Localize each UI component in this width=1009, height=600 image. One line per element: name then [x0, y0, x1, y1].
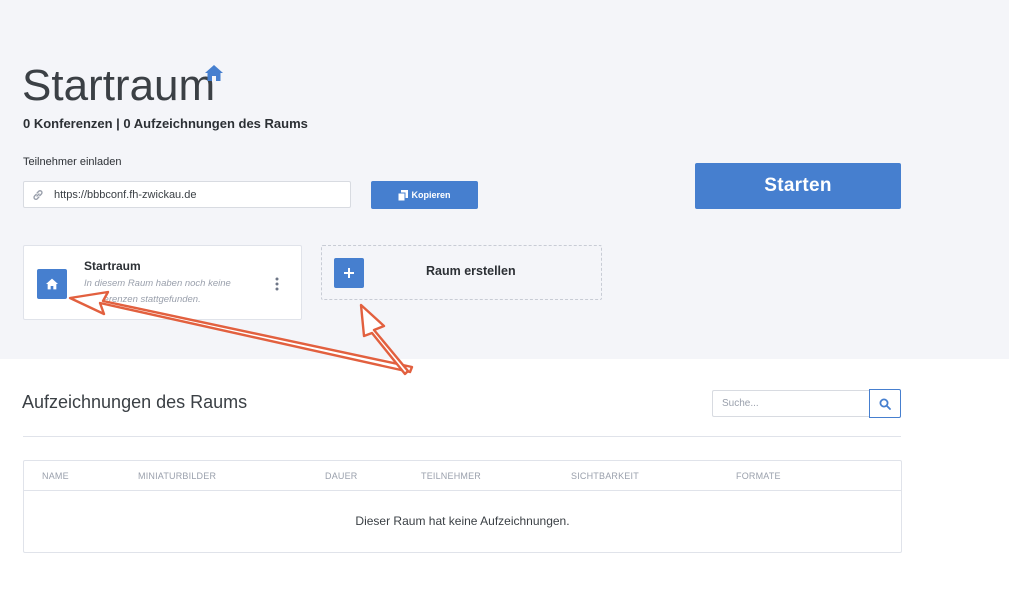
home-icon [46, 278, 58, 290]
room-home-icon-tile [37, 269, 67, 299]
create-room-label: Raum erstellen [426, 264, 516, 278]
invite-url-field[interactable] [23, 181, 351, 208]
copy-button-label: Kopieren [411, 190, 451, 200]
page-title: Startraum [22, 61, 216, 110]
column-header-participants: TEILNEHMER [421, 471, 482, 481]
search-button[interactable] [869, 389, 901, 418]
invite-url-input[interactable] [54, 182, 344, 207]
recordings-table: NAME MINIATURBILDER DAUER TEILNEHMER SIC… [23, 460, 902, 553]
invite-label: Teilnehmer einladen [23, 156, 122, 168]
recordings-title: Aufzeichnungen des Raums [22, 392, 248, 412]
copy-icon [398, 189, 409, 201]
empty-recordings-message: Dieser Raum hat keine Aufzeichnungen. [355, 514, 570, 528]
copy-button[interactable]: Kopieren [371, 181, 478, 209]
column-header-visibility: SICHTBARKEIT [571, 471, 639, 481]
link-icon [33, 190, 43, 200]
table-header: NAME MINIATURBILDER DAUER TEILNEHMER SIC… [24, 461, 901, 491]
column-header-formats: FORMATE [736, 471, 781, 481]
home-icon [205, 65, 223, 81]
column-header-thumbnails: MINIATURBILDER [138, 471, 217, 481]
room-card-name: Startraum [84, 259, 141, 273]
room-card-description: In diesem Raum haben noch keine Konferen… [84, 278, 231, 305]
search-input[interactable] [712, 390, 870, 417]
kebab-icon[interactable] [272, 276, 282, 292]
create-room-button[interactable] [334, 258, 364, 288]
room-card-startraum[interactable]: Startraum In diesem Raum haben noch kein… [23, 245, 302, 320]
column-header-name: NAME [42, 471, 69, 481]
section-divider [23, 436, 901, 437]
room-stats: 0 Konferenzen | 0 Aufzeichnungen des Rau… [23, 116, 308, 131]
search-icon [879, 398, 891, 410]
plus-icon [344, 268, 354, 278]
column-header-duration: DAUER [325, 471, 358, 481]
create-room-card[interactable]: Raum erstellen [321, 245, 602, 300]
start-button[interactable]: Starten [695, 163, 901, 209]
